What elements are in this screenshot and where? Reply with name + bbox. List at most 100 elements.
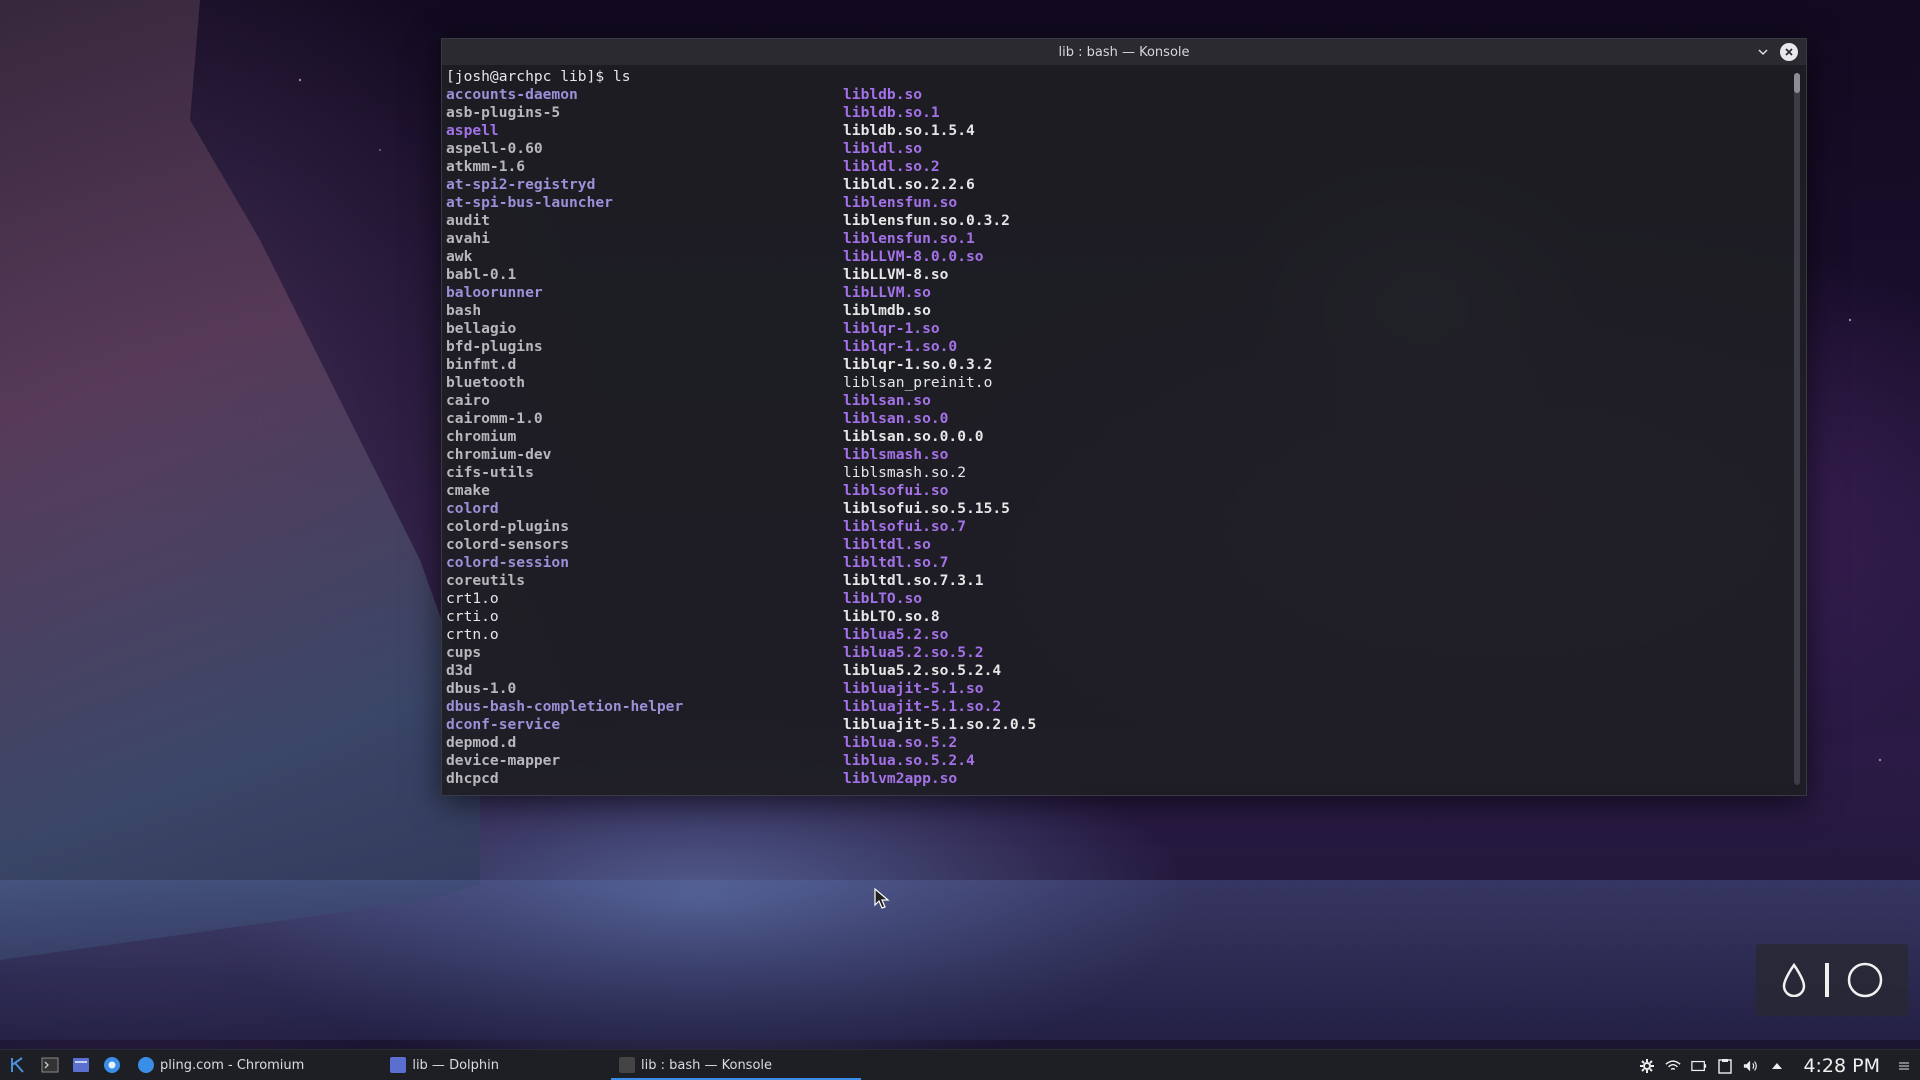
- listing-entry: colord-plugins: [446, 518, 570, 535]
- listing-entry: bluetooth: [446, 374, 526, 391]
- listing-entry: libltdl.so: [843, 536, 931, 553]
- system-tray: 4:28 PM: [1639, 1050, 1920, 1080]
- folder-icon: [73, 1058, 89, 1072]
- listing-entry: liblvm2app.so: [843, 770, 958, 787]
- listing-entry: depmod.d: [446, 734, 517, 751]
- listing-entry: coreutils: [446, 572, 526, 589]
- chromium-icon: [138, 1057, 154, 1073]
- launcher-file-manager[interactable]: [69, 1053, 93, 1077]
- listing-entry: crtn.o: [446, 626, 499, 643]
- wifi-icon[interactable]: [1665, 1058, 1682, 1074]
- circle-icon: [1847, 962, 1883, 998]
- listing-entry: libldl.so: [843, 140, 923, 157]
- listing-entry: colord-sensors: [446, 536, 570, 553]
- listing-entry: liblensfun.so.1: [843, 230, 975, 247]
- terminal-icon: [41, 1057, 59, 1073]
- taskbar-task[interactable]: lib — Dolphin: [382, 1050, 507, 1080]
- listing-entry: cifs-utils: [446, 464, 534, 481]
- listing-entry: liblqr-1.so: [843, 320, 940, 337]
- listing-entry: liblua5.2.so.5.2: [843, 644, 984, 661]
- listing-entry: d3d: [446, 662, 473, 679]
- listing-entry: cups: [446, 644, 482, 661]
- listing-entry: liblsan.so: [843, 392, 931, 409]
- listing-entry: dbus-bash-completion-helper: [446, 698, 684, 715]
- listing-entry: libLLVM-8.0.0.so: [843, 248, 984, 265]
- listing-entry: chromium: [446, 428, 517, 445]
- listing-entry: dhcpcd: [446, 770, 499, 787]
- listing-entry: libLTO.so.8: [843, 608, 940, 625]
- mouse-pointer-icon: [874, 888, 890, 909]
- listing-entry: colord-session: [446, 554, 570, 571]
- konsole-icon: [619, 1057, 635, 1073]
- listing-entry: liblqr-1.so.0: [843, 338, 958, 355]
- listing-entry: babl-0.1: [446, 266, 517, 283]
- listing-entry: libltdl.so.7: [843, 554, 949, 571]
- minimize-button[interactable]: [1754, 43, 1772, 61]
- close-button[interactable]: [1780, 43, 1798, 61]
- listing-entry: libLLVM-8.so: [843, 266, 949, 283]
- listing-entry: liblensfun.so: [843, 194, 958, 211]
- listing-entry: liblsofui.so.5.15.5: [843, 500, 1010, 517]
- panel-settings-icon[interactable]: [1896, 1058, 1912, 1074]
- listing-entry: bash: [446, 302, 482, 319]
- listing-column-right: libldb.so libldb.so.1 libldb.so.1.5.4 libld…: [843, 86, 1036, 788]
- listing-entry: at-spi2-registryd: [446, 176, 596, 193]
- listing-entry: device-mapper: [446, 752, 561, 769]
- clipboard-icon[interactable]: [1717, 1058, 1733, 1074]
- listing-entry: liblsmash.so: [843, 446, 949, 463]
- launcher-terminal[interactable]: [38, 1053, 62, 1077]
- settings-gear-icon[interactable]: [1639, 1058, 1655, 1074]
- scrollbar-thumb[interactable]: [1794, 73, 1800, 93]
- listing-entry: liblua.so.5.2.4: [843, 752, 975, 769]
- listing-entry: liblensfun.so.0.3.2: [843, 212, 1010, 229]
- listing-entry: crt1.o: [446, 590, 499, 607]
- desktop-widget[interactable]: [1756, 944, 1908, 1016]
- taskbar-task[interactable]: lib : bash — Konsole: [611, 1050, 861, 1080]
- listing-entry: cairomm-1.0: [446, 410, 543, 427]
- application-launcher-button[interactable]: [7, 1053, 31, 1077]
- tray-expand-arrow-icon[interactable]: [1769, 1058, 1785, 1074]
- close-icon: [1785, 48, 1793, 56]
- listing-entry: dconf-service: [446, 716, 561, 733]
- listing-entry: liblsmash.so.2: [843, 464, 967, 481]
- taskbar-task[interactable]: pling.com - Chromium: [130, 1050, 312, 1080]
- listing-entry: cairo: [446, 392, 490, 409]
- listing-entry: liblsofui.so: [843, 482, 949, 499]
- listing-entry: colord: [446, 500, 499, 517]
- volume-icon[interactable]: [1743, 1058, 1759, 1074]
- clock[interactable]: 4:28 PM: [1803, 1055, 1880, 1077]
- listing-entry: libLTO.so: [843, 590, 923, 607]
- listing-entry: liblmdb.so: [843, 302, 931, 319]
- listing-entry: aspell: [446, 122, 499, 139]
- listing-entry: liblua.so.5.2: [843, 734, 958, 751]
- window-titlebar[interactable]: lib : bash — Konsole: [442, 39, 1806, 65]
- listing-column-left: accounts-daemon asb-plugins-5 aspell aspell…: [446, 86, 843, 788]
- listing-entry: libLLVM.so: [843, 284, 931, 301]
- listing-entry: libldl.so.2: [843, 158, 940, 175]
- listing-entry: libluajit-5.1.so.2: [843, 698, 1002, 715]
- chromium-icon: [104, 1057, 120, 1073]
- listing-entry: libltdl.so.7.3.1: [843, 572, 984, 589]
- listing-entry: liblsofui.so.7: [843, 518, 967, 535]
- listing-entry: liblqr-1.so.0.3.2: [843, 356, 993, 373]
- listing-entry: cmake: [446, 482, 490, 499]
- listing-entry: liblua5.2.so: [843, 626, 949, 643]
- listing-entry: awk: [446, 248, 473, 265]
- battery-icon[interactable]: [1691, 1058, 1707, 1074]
- listing-entry: crti.o: [446, 608, 499, 625]
- listing-entry: liblsan.so.0: [843, 410, 949, 427]
- terminal-output[interactable]: [josh@archpc lib]$ ls accounts-daemon asb…: [446, 65, 1786, 795]
- listing-entry: baloorunner: [446, 284, 543, 301]
- listing-entry: atkmm-1.6: [446, 158, 526, 175]
- listing-entry: accounts-daemon: [446, 86, 578, 103]
- launcher-browser[interactable]: [100, 1053, 124, 1077]
- terminal-scrollbar[interactable]: [1794, 73, 1800, 785]
- taskbar: pling.com - Chromium lib — Dolphin lib : b…: [0, 1049, 1920, 1080]
- listing-entry: liblua5.2.so.5.2.4: [843, 662, 1002, 679]
- listing-entry: at-spi-bus-launcher: [446, 194, 613, 211]
- listing-entry: avahi: [446, 230, 490, 247]
- listing-entry: libldl.so.2.2.6: [843, 176, 975, 193]
- taskbar-task-label: pling.com - Chromium: [160, 1057, 305, 1073]
- listing-entry: dbus-1.0: [446, 680, 517, 697]
- konsole-window[interactable]: lib : bash — Konsole [josh@archpc lib]$ …: [441, 38, 1807, 796]
